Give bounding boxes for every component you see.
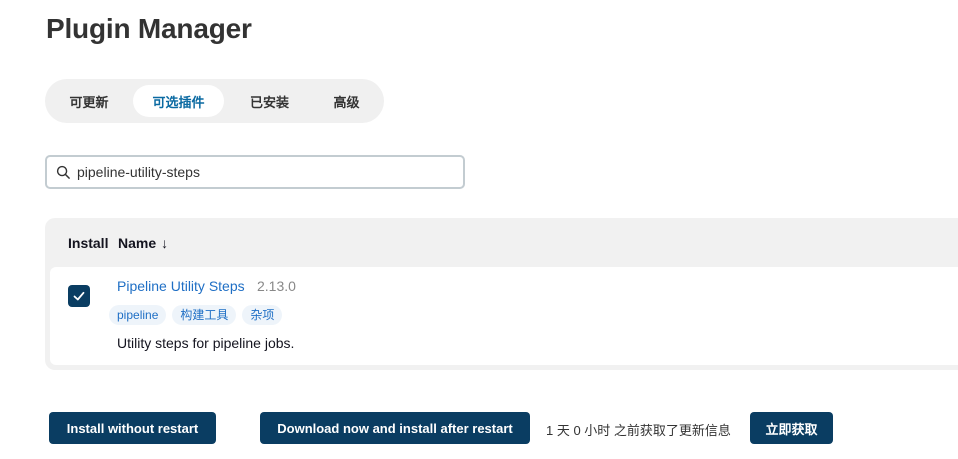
tab-bar: 可更新 可选插件 已安装 高级 <box>45 79 384 123</box>
plugin-tags: pipeline 构建工具 杂项 <box>109 305 283 325</box>
update-status-text: 1 天 0 小时 之前获取了更新信息 <box>546 423 731 438</box>
tab-advanced[interactable]: 高级 <box>318 85 375 117</box>
checkmark-icon <box>73 291 85 301</box>
download-install-after-restart-button[interactable]: Download now and install after restart <box>260 412 530 444</box>
tab-available-plugins[interactable]: 可选插件 <box>133 85 224 117</box>
page-title: Plugin Manager <box>46 13 252 44</box>
table-row: Pipeline Utility Steps 2.13.0 pipeline 构… <box>50 267 958 365</box>
install-checkbox[interactable] <box>68 285 90 307</box>
column-header-install-label: Install <box>68 235 109 251</box>
check-now-button[interactable]: 立即获取 <box>750 412 833 444</box>
search-icon <box>56 165 70 179</box>
plugin-version: 2.13.0 <box>257 278 296 294</box>
install-without-restart-button[interactable]: Install without restart <box>49 412 216 444</box>
plugin-description: Utility steps for pipeline jobs. <box>117 335 295 351</box>
sort-arrow-icon: ↓ <box>161 235 169 251</box>
tag-misc[interactable]: 杂项 <box>242 305 283 325</box>
search-input[interactable] <box>77 157 457 187</box>
plugin-manager-page: Plugin Manager 可更新 可选插件 已安装 高级 Install N… <box>0 0 958 459</box>
plugins-table: Install Name ↓ Pipeline Utility Steps 2.1… <box>45 218 958 370</box>
plugin-name-link[interactable]: Pipeline Utility Steps <box>117 278 245 294</box>
column-header-name[interactable]: Name ↓ <box>118 235 168 251</box>
tab-updates[interactable]: 可更新 <box>58 85 120 117</box>
tab-installed[interactable]: 已安装 <box>236 85 303 117</box>
tag-pipeline[interactable]: pipeline <box>109 305 167 325</box>
column-header-install[interactable]: Install <box>68 235 108 251</box>
column-header-name-label: Name <box>118 235 157 251</box>
tag-build-tools[interactable]: 构建工具 <box>172 305 237 325</box>
search-box[interactable] <box>45 155 465 189</box>
